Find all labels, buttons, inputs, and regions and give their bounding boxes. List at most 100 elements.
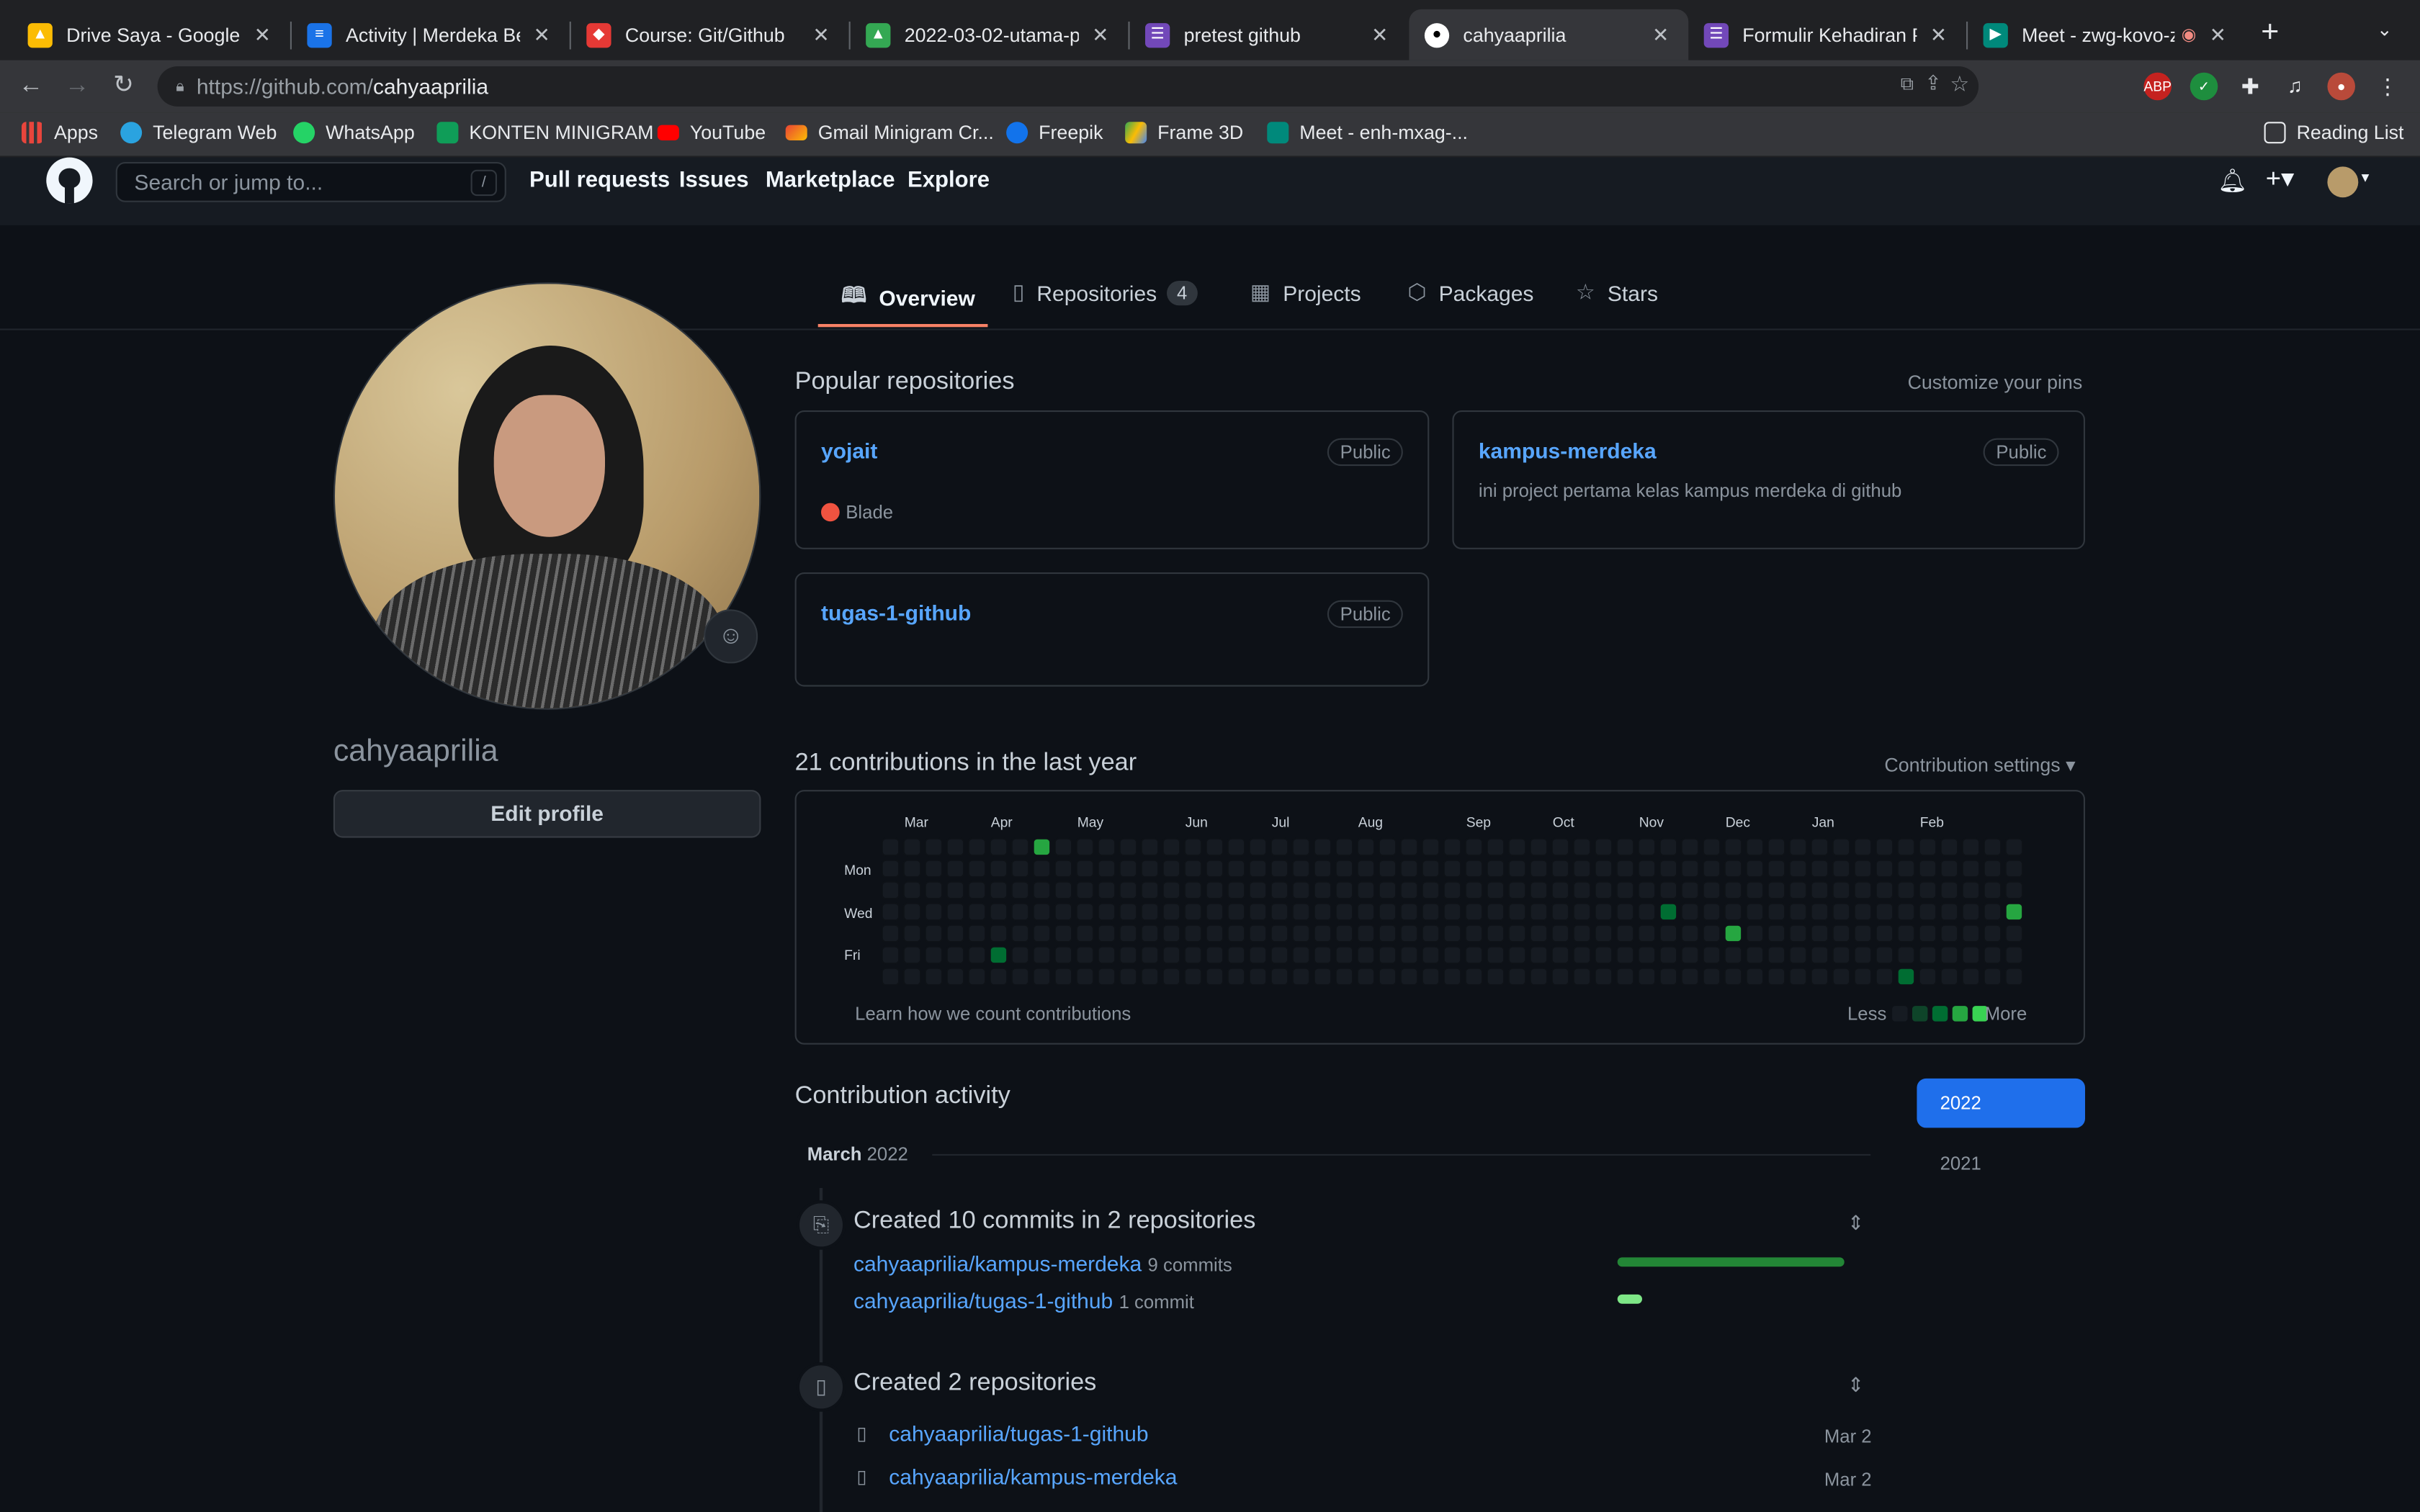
- contribution-day-cell[interactable]: [946, 881, 965, 900]
- contribution-day-cell[interactable]: [1421, 902, 1440, 922]
- contribution-day-cell[interactable]: [1745, 881, 1765, 900]
- contribution-day-cell[interactable]: [1875, 837, 1894, 857]
- contribution-day-cell[interactable]: [902, 924, 922, 943]
- contribution-day-cell[interactable]: [1832, 924, 1851, 943]
- contribution-day-cell[interactable]: [1875, 902, 1894, 922]
- contribution-day-cell[interactable]: [1615, 837, 1635, 857]
- contribution-day-cell[interactable]: [1615, 967, 1635, 986]
- contribution-day-cell[interactable]: [1983, 967, 2002, 986]
- contribution-day-cell[interactable]: [1637, 902, 1657, 922]
- contribution-day-cell[interactable]: [1140, 945, 1160, 965]
- contribution-day-cell[interactable]: [967, 859, 987, 878]
- contribution-day-cell[interactable]: [1356, 967, 1376, 986]
- contribution-day-cell[interactable]: [1248, 902, 1268, 922]
- contribution-day-cell[interactable]: [1767, 837, 1786, 857]
- contribution-day-cell[interactable]: [924, 902, 944, 922]
- contribution-day-cell[interactable]: [1119, 924, 1138, 943]
- contribution-day-cell[interactable]: [1421, 967, 1440, 986]
- chevron-down-icon[interactable]: ▾: [2362, 170, 2370, 187]
- contribution-day-cell[interactable]: [1119, 967, 1138, 986]
- contribution-day-cell[interactable]: [1659, 859, 1678, 878]
- nav-pull-requests[interactable]: Pull requests: [529, 168, 670, 193]
- contribution-day-cell[interactable]: [1313, 924, 1332, 943]
- contribution-day-cell[interactable]: [1961, 967, 1981, 986]
- contribution-day-cell[interactable]: [1507, 902, 1527, 922]
- contribution-day-cell[interactable]: [1248, 881, 1268, 900]
- contribution-day-cell[interactable]: [1767, 881, 1786, 900]
- contribution-day-cell[interactable]: [1032, 945, 1052, 965]
- contribution-day-cell[interactable]: [1010, 881, 1030, 900]
- contribution-day-cell[interactable]: [946, 902, 965, 922]
- contribution-day-cell[interactable]: [1464, 837, 1484, 857]
- contribution-day-cell[interactable]: [1119, 881, 1138, 900]
- contribution-day-cell[interactable]: [1421, 945, 1440, 965]
- contribution-day-cell[interactable]: [1810, 967, 1829, 986]
- contribution-day-cell[interactable]: [1745, 945, 1765, 965]
- contribution-day-cell[interactable]: [902, 859, 922, 878]
- contribution-day-cell[interactable]: [1248, 945, 1268, 965]
- contribution-day-cell[interactable]: [1399, 902, 1419, 922]
- contribution-day-cell[interactable]: [1853, 924, 1873, 943]
- contribution-day-cell[interactable]: [1680, 881, 1700, 900]
- contribution-day-cell[interactable]: [1291, 837, 1311, 857]
- contribution-day-cell[interactable]: [1270, 967, 1289, 986]
- contribution-day-cell[interactable]: [1313, 902, 1332, 922]
- contribution-day-cell[interactable]: [1594, 837, 1613, 857]
- contribution-day-cell[interactable]: [967, 881, 987, 900]
- bookmark-apps[interactable]: Apps: [22, 122, 98, 144]
- media-icon[interactable]: ♫: [2281, 73, 2309, 101]
- contribution-day-cell[interactable]: [1097, 945, 1116, 965]
- contribution-day-cell[interactable]: [989, 859, 1008, 878]
- contribution-day-cell[interactable]: [946, 967, 965, 986]
- contribution-day-cell[interactable]: [1097, 902, 1116, 922]
- contribution-day-cell[interactable]: [1702, 881, 1721, 900]
- github-logo-icon[interactable]: [46, 157, 93, 204]
- contribution-day-cell[interactable]: [1594, 945, 1613, 965]
- contribution-day-cell[interactable]: [1270, 837, 1289, 857]
- contribution-day-cell[interactable]: [881, 902, 900, 922]
- contribution-day-cell[interactable]: [1335, 902, 1354, 922]
- contribution-day-cell[interactable]: [1810, 881, 1829, 900]
- contribution-day-cell[interactable]: [1832, 902, 1851, 922]
- tab-repositories[interactable]: ▯ Repositories 4: [1013, 279, 1198, 305]
- contribution-day-cell[interactable]: [1875, 859, 1894, 878]
- contribution-day-cell[interactable]: [1724, 924, 1743, 943]
- contribution-day-cell[interactable]: [1724, 967, 1743, 986]
- contribution-day-cell[interactable]: [1075, 837, 1095, 857]
- contribution-day-cell[interactable]: [1724, 945, 1743, 965]
- contribution-day-cell[interactable]: [1572, 967, 1592, 986]
- contribution-day-cell[interactable]: [902, 967, 922, 986]
- tab-projects[interactable]: ▦ Projects: [1250, 279, 1361, 305]
- contribution-day-cell[interactable]: [1896, 924, 1916, 943]
- contribution-day-cell[interactable]: [1551, 881, 1570, 900]
- bookmark-whatsapp[interactable]: WhatsApp: [293, 122, 415, 144]
- contribution-day-cell[interactable]: [1529, 881, 1549, 900]
- contribution-day-cell[interactable]: [1896, 859, 1916, 878]
- browser-tab[interactable]: ≡ Activity | Merdeka Bela ✕: [292, 9, 570, 60]
- profile-avatar-photo[interactable]: [333, 282, 761, 710]
- contribution-day-cell[interactable]: [1399, 881, 1419, 900]
- forward-icon[interactable]: →: [60, 71, 94, 102]
- contribution-day-cell[interactable]: [1572, 902, 1592, 922]
- contribution-day-cell[interactable]: [1832, 967, 1851, 986]
- close-icon[interactable]: ✕: [250, 22, 274, 47]
- customize-pins-link[interactable]: Customize your pins: [1908, 372, 2083, 393]
- contribution-day-cell[interactable]: [1680, 859, 1700, 878]
- contribution-day-cell[interactable]: [1075, 859, 1095, 878]
- contribution-day-cell[interactable]: [1097, 967, 1116, 986]
- contribution-day-cell[interactable]: [1119, 859, 1138, 878]
- browser-tab[interactable]: ☰ Formulir Kehadiran Pes ✕: [1688, 9, 1966, 60]
- contribution-day-cell[interactable]: [1399, 837, 1419, 857]
- contribution-day-cell[interactable]: [1724, 902, 1743, 922]
- contribution-day-cell[interactable]: [1810, 924, 1829, 943]
- contribution-day-cell[interactable]: [1659, 967, 1678, 986]
- close-icon[interactable]: ✕: [1649, 22, 1673, 47]
- contribution-day-cell[interactable]: [1680, 945, 1700, 965]
- contribution-day-cell[interactable]: [1551, 967, 1570, 986]
- contribution-day-cell[interactable]: [1615, 859, 1635, 878]
- shield-icon[interactable]: ✓: [2190, 72, 2218, 101]
- contribution-day-cell[interactable]: [989, 881, 1008, 900]
- contribution-day-cell[interactable]: [989, 924, 1008, 943]
- contribution-day-cell[interactable]: [1010, 902, 1030, 922]
- contribution-day-cell[interactable]: [1853, 967, 1873, 986]
